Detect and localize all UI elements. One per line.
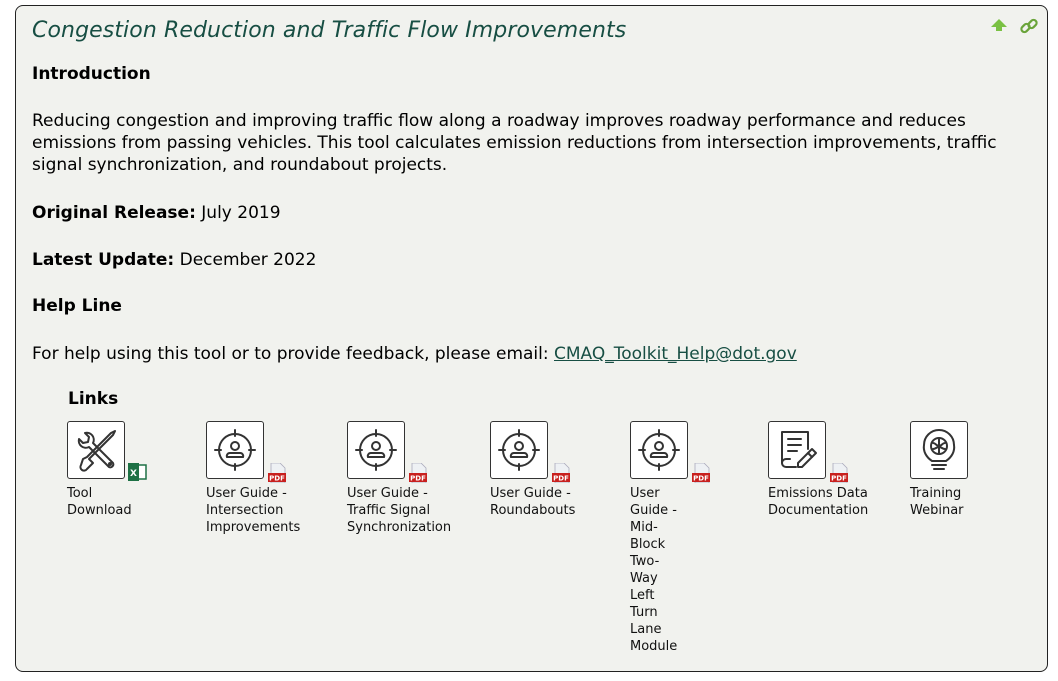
tools-wrench-screwdriver-icon[interactable] [67,421,125,479]
help-line-heading: Help Line [32,296,122,316]
page-title: Congestion Reduction and Traffic Flow Im… [32,18,627,43]
link-user-guide-signal-sync[interactable]: PDF User Guide - Traffic Signal Synchron… [347,421,462,536]
help-line-text: For help using this tool or to provide f… [32,343,797,365]
link-emissions-data-documentation[interactable]: PDF Emissions Data Documentation [768,421,878,519]
link-label[interactable]: Tool Download [67,485,147,519]
lightbulb-brain-icon[interactable] [910,421,968,479]
original-release: Original Release: July 2019 [32,202,281,224]
svg-text:X: X [130,469,137,479]
link-label[interactable]: User Guide - Mid-Block Two-Way Left Turn… [630,485,680,655]
help-line-prompt: For help using this tool or to provide f… [32,344,549,364]
link-label[interactable]: Emissions Data Documentation [768,485,878,519]
help-email-link[interactable]: CMAQ_Toolkit_Help@dot.gov [554,344,797,364]
document-pencil-icon[interactable] [768,421,826,479]
latest-update-value: December 2022 [179,250,317,270]
introduction-heading: Introduction [32,64,151,84]
svg-text:PDF: PDF [553,475,569,483]
links-heading: Links [68,389,119,409]
panel-actions [989,16,1039,36]
original-release-label: Original Release: [32,203,196,223]
link-training-webinar[interactable]: Training Webinar [910,421,990,519]
introduction-text: Reducing congestion and improving traffi… [32,111,997,175]
link-user-guide-mid-block[interactable]: PDF User Guide - Mid-Block Two-Way Left … [630,421,710,655]
link-label[interactable]: User Guide - Intersection Improvements [206,485,316,536]
link-label[interactable]: User Guide - Roundabouts [490,485,585,519]
tool-panel: Congestion Reduction and Traffic Flow Im… [15,5,1048,672]
pdf-file-icon: PDF [691,462,711,487]
back-to-top-arrow-icon[interactable] [989,16,1009,36]
link-user-guide-roundabouts[interactable]: PDF User Guide - Roundabouts [490,421,585,519]
svg-text:PDF: PDF [831,475,847,483]
link-tool-download[interactable]: X Tool Download [67,421,147,519]
link-label[interactable]: Training Webinar [910,485,990,519]
link-user-guide-intersection[interactable]: PDF User Guide - Intersection Improvemen… [206,421,316,536]
svg-text:PDF: PDF [693,475,709,483]
pdf-file-icon: PDF [551,462,571,487]
latest-update-label: Latest Update: [32,250,175,270]
user-target-icon[interactable] [490,421,548,479]
pdf-file-icon: PDF [267,462,287,487]
user-target-icon[interactable] [630,421,688,479]
user-target-icon[interactable] [347,421,405,479]
excel-file-icon: X [128,463,148,485]
svg-text:PDF: PDF [410,475,426,483]
original-release-value: July 2019 [201,203,281,223]
link-label[interactable]: User Guide - Traffic Signal Synchronizat… [347,485,462,536]
pdf-file-icon: PDF [408,462,428,487]
pdf-file-icon: PDF [829,462,849,487]
permalink-chain-icon[interactable] [1019,16,1039,36]
latest-update: Latest Update: December 2022 [32,249,316,271]
svg-text:PDF: PDF [269,475,285,483]
user-target-icon[interactable] [206,421,264,479]
